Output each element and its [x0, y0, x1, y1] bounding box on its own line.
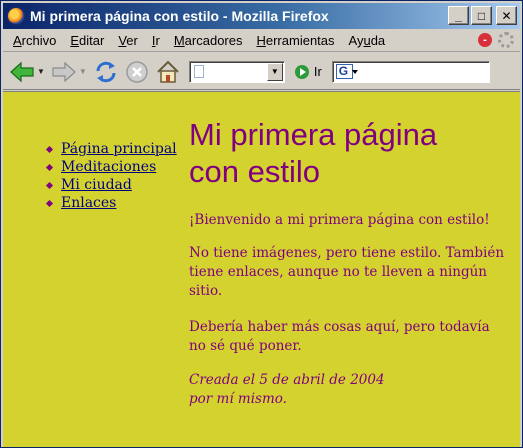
go-button[interactable]: Ir: [294, 64, 322, 79]
nav-item: Página principal: [44, 140, 177, 158]
menu-ir[interactable]: Ir: [145, 33, 167, 48]
forward-arrow-icon: [52, 61, 76, 82]
go-icon: [294, 64, 309, 79]
site-navigation: Página principal Meditaciones Mi ciudad …: [44, 140, 177, 212]
menu-ver[interactable]: Ver: [111, 33, 145, 48]
menu-bar: Archivo Editar Ver Ir Marcadores Herrami…: [3, 30, 520, 52]
back-button[interactable]: ▼: [9, 61, 45, 83]
nav-item: Enlaces: [44, 194, 177, 212]
description-paragraph: No tiene imágenes, pero tiene estilo. Ta…: [189, 245, 505, 299]
back-arrow-icon: [10, 61, 34, 82]
menu-herramientas[interactable]: Herramientas: [249, 33, 341, 48]
stop-badge-icon[interactable]: -: [478, 33, 492, 47]
search-bar[interactable]: G: [331, 60, 490, 83]
throbber-icon: [498, 32, 514, 48]
forward-history-dropdown-icon[interactable]: ▼: [79, 67, 87, 76]
forward-button[interactable]: ▼: [51, 61, 87, 83]
reload-icon: [96, 61, 116, 82]
maximize-button[interactable]: □: [471, 6, 492, 25]
signature: Creada el 5 de abril de 2004 por mí mism…: [189, 372, 385, 407]
window-title: Mi primera página con estilo - Mozilla F…: [30, 8, 329, 24]
nav-item: Meditaciones: [44, 158, 177, 176]
nav-link-pagina-principal[interactable]: Página principal: [61, 141, 177, 157]
title-bar[interactable]: Mi primera página con estilo - Mozilla F…: [3, 3, 520, 29]
go-label: Ir: [313, 64, 322, 79]
home-button[interactable]: [155, 59, 181, 85]
address-bar[interactable]: ▼: [188, 60, 285, 83]
nav-link-meditaciones[interactable]: Meditaciones: [61, 159, 156, 175]
menu-archivo[interactable]: Archivo: [3, 33, 63, 48]
nav-item: Mi ciudad: [44, 176, 177, 194]
window-controls: _ □ ✕: [448, 6, 517, 25]
browser-window: Mi primera página con estilo - Mozilla F…: [0, 0, 523, 448]
menu-ayuda[interactable]: Ayuda: [342, 33, 393, 48]
nav-link-enlaces[interactable]: Enlaces: [61, 195, 116, 211]
home-icon: [157, 60, 179, 83]
address-dropdown-icon[interactable]: ▼: [266, 62, 283, 81]
page-viewport[interactable]: Página principal Meditaciones Mi ciudad …: [3, 91, 520, 447]
back-history-dropdown-icon[interactable]: ▼: [37, 67, 45, 76]
firefox-icon: [7, 7, 25, 25]
main-content: Mi primera página con estilo ¡Bienvenido…: [189, 116, 509, 409]
page-title: Mi primera página con estilo: [189, 117, 438, 189]
minimize-button[interactable]: _: [448, 6, 469, 25]
close-button[interactable]: ✕: [496, 6, 517, 25]
stop-icon: [126, 60, 148, 83]
welcome-paragraph: ¡Bienvenido a mi primera página con esti…: [189, 212, 490, 228]
reload-button[interactable]: [93, 59, 119, 85]
note-paragraph: Debería haber más cosas aquí, pero todav…: [189, 319, 490, 354]
menu-editar[interactable]: Editar: [63, 33, 111, 48]
menu-marcadores[interactable]: Marcadores: [167, 33, 250, 48]
page-icon: [193, 65, 204, 78]
nav-link-mi-ciudad[interactable]: Mi ciudad: [61, 177, 132, 193]
google-icon[interactable]: G: [335, 64, 358, 79]
navigation-toolbar: ▼ ▼ ▼ Ir G: [3, 54, 520, 90]
stop-button[interactable]: [125, 60, 149, 84]
